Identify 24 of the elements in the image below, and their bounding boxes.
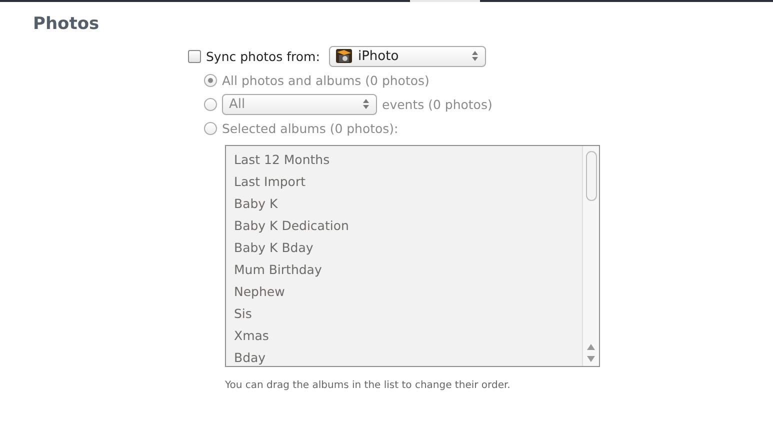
- album-item[interactable]: Bday: [234, 347, 582, 366]
- source-popup[interactable]: iPhoto: [328, 46, 486, 66]
- stepper-arrows-icon: [363, 99, 369, 109]
- album-item[interactable]: Baby K: [234, 193, 582, 215]
- album-item[interactable]: Last Import: [234, 171, 582, 193]
- album-item[interactable]: Last 12 Months: [234, 149, 582, 171]
- album-item[interactable]: Nephew: [234, 281, 582, 303]
- scroll-down-icon[interactable]: [587, 356, 595, 362]
- section-title: Photos: [33, 14, 100, 36]
- album-item[interactable]: Sis: [234, 303, 582, 325]
- album-item[interactable]: Mum Birthday: [234, 259, 582, 281]
- option-label: Selected albums (0 photos):: [222, 120, 398, 136]
- camera-icon: [336, 49, 352, 63]
- option-label: All photos and albums (0 photos): [222, 72, 430, 88]
- scroll-thumb[interactable]: [586, 151, 596, 201]
- sync-label: Sync photos from:: [206, 48, 320, 64]
- hint-text: You can drag the albums in the list to change their order.: [225, 380, 512, 391]
- stepper-arrows-icon: [472, 51, 478, 61]
- option-label: events (0 photos): [382, 96, 492, 112]
- album-item[interactable]: Baby K Bday: [234, 237, 582, 259]
- scroll-up-icon[interactable]: [587, 344, 595, 350]
- sync-checkbox[interactable]: [188, 50, 201, 62]
- album-item[interactable]: Baby K Dedication: [234, 215, 582, 237]
- album-item[interactable]: Xmas: [234, 325, 582, 347]
